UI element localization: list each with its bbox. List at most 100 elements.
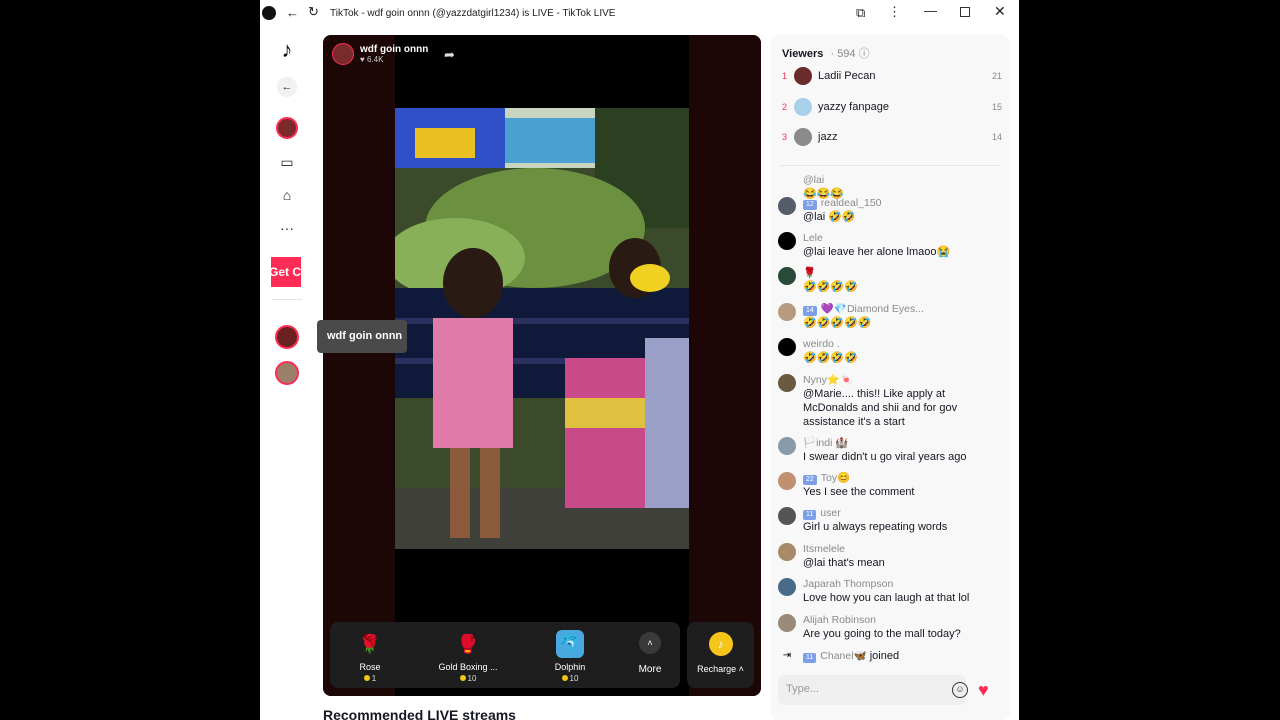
chat-list[interactable]: @lai 😂😂😂 12 realdeal_150 @lai 🤣🤣 Lele @lai l…	[770, 175, 1010, 670]
avatar	[778, 232, 796, 250]
get-coins-button[interactable]: Get Coins	[271, 257, 301, 287]
chat-message[interactable]: Nyny⭐🍬 @Marie.... this!! Like apply at Mc…	[778, 373, 1003, 429]
gift-name: Gold Boxing ...	[438, 662, 498, 672]
avatar	[778, 507, 796, 525]
more-options-icon[interactable]: ⋮	[888, 4, 901, 20]
chevron-up-icon: ˄	[736, 664, 744, 674]
avatar	[778, 303, 796, 321]
share-icon[interactable]: ➦	[444, 47, 455, 63]
host-avatar[interactable]	[332, 43, 354, 65]
gift-rose[interactable]: 🌹 Rose 1	[330, 630, 410, 684]
avatar	[778, 472, 796, 490]
chat-message[interactable]: 11 user Girl u always repeating words	[778, 506, 1003, 534]
avatar	[778, 267, 796, 285]
recharge-button[interactable]: ♪ Recharge ˄	[687, 622, 754, 688]
avatar	[778, 578, 796, 596]
gift-price: 1	[330, 674, 410, 683]
profile-avatar[interactable]	[274, 115, 300, 141]
chat-input[interactable]: Type... ☺	[778, 675, 968, 705]
more-icon[interactable]: ···	[274, 215, 300, 241]
chat-text: joined	[869, 650, 900, 662]
chat-message[interactable]: 12 realdeal_150 @lai 🤣🤣	[778, 196, 1003, 224]
viewer-name: Ladii Pecan	[818, 70, 876, 82]
chat-text: 🤣🤣🤣🤣🤣	[803, 317, 872, 329]
viewers-count-value: 594	[837, 48, 856, 60]
gift-gold-boxing[interactable]: 🥊 Gold Boxing ... 10	[428, 630, 508, 684]
chat-text: Are you going to the mall today?	[803, 628, 961, 640]
avatar	[275, 325, 299, 349]
viewer-row[interactable]: 2 yazzy fanpage 15	[782, 97, 1002, 117]
avatar	[778, 437, 796, 455]
host-info[interactable]: wdf goin onnn ♥ 6.4K	[332, 43, 428, 65]
window-title: TikTok - wdf goin onnn (@yazzdatgirl1234…	[330, 8, 616, 19]
recharge-label: Recharge	[697, 664, 737, 674]
live-player[interactable]: wdf goin onnn ♥ 6.4K ➦ 🌹 Rose 1 🥊 Gold B…	[323, 35, 761, 696]
host-likes: ♥ 6.4K	[360, 55, 428, 64]
close-button[interactable]: ✕	[994, 3, 1006, 20]
minimize-button[interactable]: —	[924, 3, 937, 18]
chat-message[interactable]: Alijah Robinson Are you going to the mall…	[778, 613, 1003, 641]
chat-message[interactable]: Japarah Thompson Love how you can laugh a…	[778, 577, 1003, 605]
help-icon[interactable]: ⓘ	[859, 48, 870, 60]
gift-name: Dolphin	[554, 662, 586, 672]
chat-message[interactable]: Lele @lai leave her alone lmaoo😭	[778, 231, 1003, 259]
chat-message[interactable]: 🏳️indi 🏰 I swear didn't u go viral years …	[778, 436, 1003, 464]
chat-username: realdeal_150	[820, 197, 882, 209]
chat-text: I swear didn't u go viral years ago	[803, 451, 967, 463]
heart-icon[interactable]: ♥	[978, 680, 989, 701]
player-left-margin	[323, 35, 395, 696]
chat-message[interactable]: 14 💜💎Diamond Eyes... 🤣🤣🤣🤣🤣	[778, 302, 1003, 330]
title-bar: ← ↻ TikTok - wdf goin onnn (@yazzdatgirl…	[260, 0, 1019, 27]
video-camera-icon[interactable]: ▭	[274, 149, 300, 175]
chat-username: Itsmelele	[803, 543, 846, 555]
viewer-row[interactable]: 3 jazz 14	[782, 127, 1002, 147]
live-avatar-2[interactable]	[274, 360, 300, 386]
more-gifts-button[interactable]: ˄ More	[630, 632, 670, 675]
tiktok-app-icon	[262, 6, 276, 20]
video-image	[395, 108, 689, 549]
viewer-row[interactable]: 1 Ladii Pecan 21	[782, 66, 1002, 86]
viewer-score: 15	[991, 102, 1002, 112]
chat-message[interactable]: weirdo . 🤣🤣🤣🤣	[778, 337, 1003, 365]
coin-icon	[363, 675, 370, 681]
chat-input-placeholder: Type...	[786, 683, 820, 695]
browser-window: ← ↻ TikTok - wdf goin onnn (@yazzdatgirl…	[260, 0, 1019, 720]
gift-price-value: 10	[467, 674, 477, 683]
coin-icon: ♪	[708, 632, 733, 656]
viewer-rank: 2	[782, 102, 788, 112]
gift-dolphin[interactable]: 🐬 Dolphin 10	[530, 630, 610, 683]
viewers-count: · 594 ⓘ	[830, 48, 870, 60]
maximize-button[interactable]	[960, 7, 970, 17]
coin-icon	[561, 675, 568, 681]
chat-text: Girl u always repeating words	[803, 521, 948, 533]
avatar	[778, 614, 796, 632]
level-badge: 11	[803, 653, 817, 663]
viewer-name: jazz	[818, 131, 838, 143]
extensions-icon[interactable]: ⧉	[856, 5, 865, 21]
avatar	[276, 117, 298, 139]
chat-message[interactable]: 22 Toy😊 Yes I see the comment	[778, 471, 1003, 499]
live-house-icon[interactable]: ⌂	[274, 182, 300, 208]
level-badge: 22	[803, 475, 817, 485]
host-name: wdf goin onnn	[360, 44, 429, 55]
chat-username: weirdo .	[803, 338, 840, 350]
chat-message[interactable]: 🌹 🤣🤣🤣🤣	[778, 266, 1003, 294]
emoji-icon[interactable]: ☺	[952, 682, 968, 698]
back-button[interactable]: ←	[277, 77, 297, 97]
live-avatar-1[interactable]	[274, 324, 300, 350]
video-frame[interactable]	[395, 108, 689, 549]
avatar	[794, 128, 812, 146]
tiktok-logo-icon[interactable]: ♪	[274, 37, 300, 63]
coin-icon	[459, 675, 466, 681]
chat-join-message[interactable]: ⇥ 11 Chanel🦋 joined	[778, 649, 1003, 668]
reload-icon[interactable]: ↻	[308, 4, 319, 20]
avatar	[275, 361, 299, 385]
gift-price-value: 1	[371, 674, 377, 683]
chat-username: @lai	[803, 175, 825, 186]
avatar	[778, 197, 796, 215]
chat-text: @lai 🤣🤣	[803, 211, 856, 223]
chat-message[interactable]: Itsmelele @lai that's mean	[778, 542, 1003, 570]
viewers-title: Viewers	[782, 48, 824, 60]
back-arrow-icon[interactable]: ←	[286, 5, 299, 20]
more-label: More	[638, 664, 662, 675]
